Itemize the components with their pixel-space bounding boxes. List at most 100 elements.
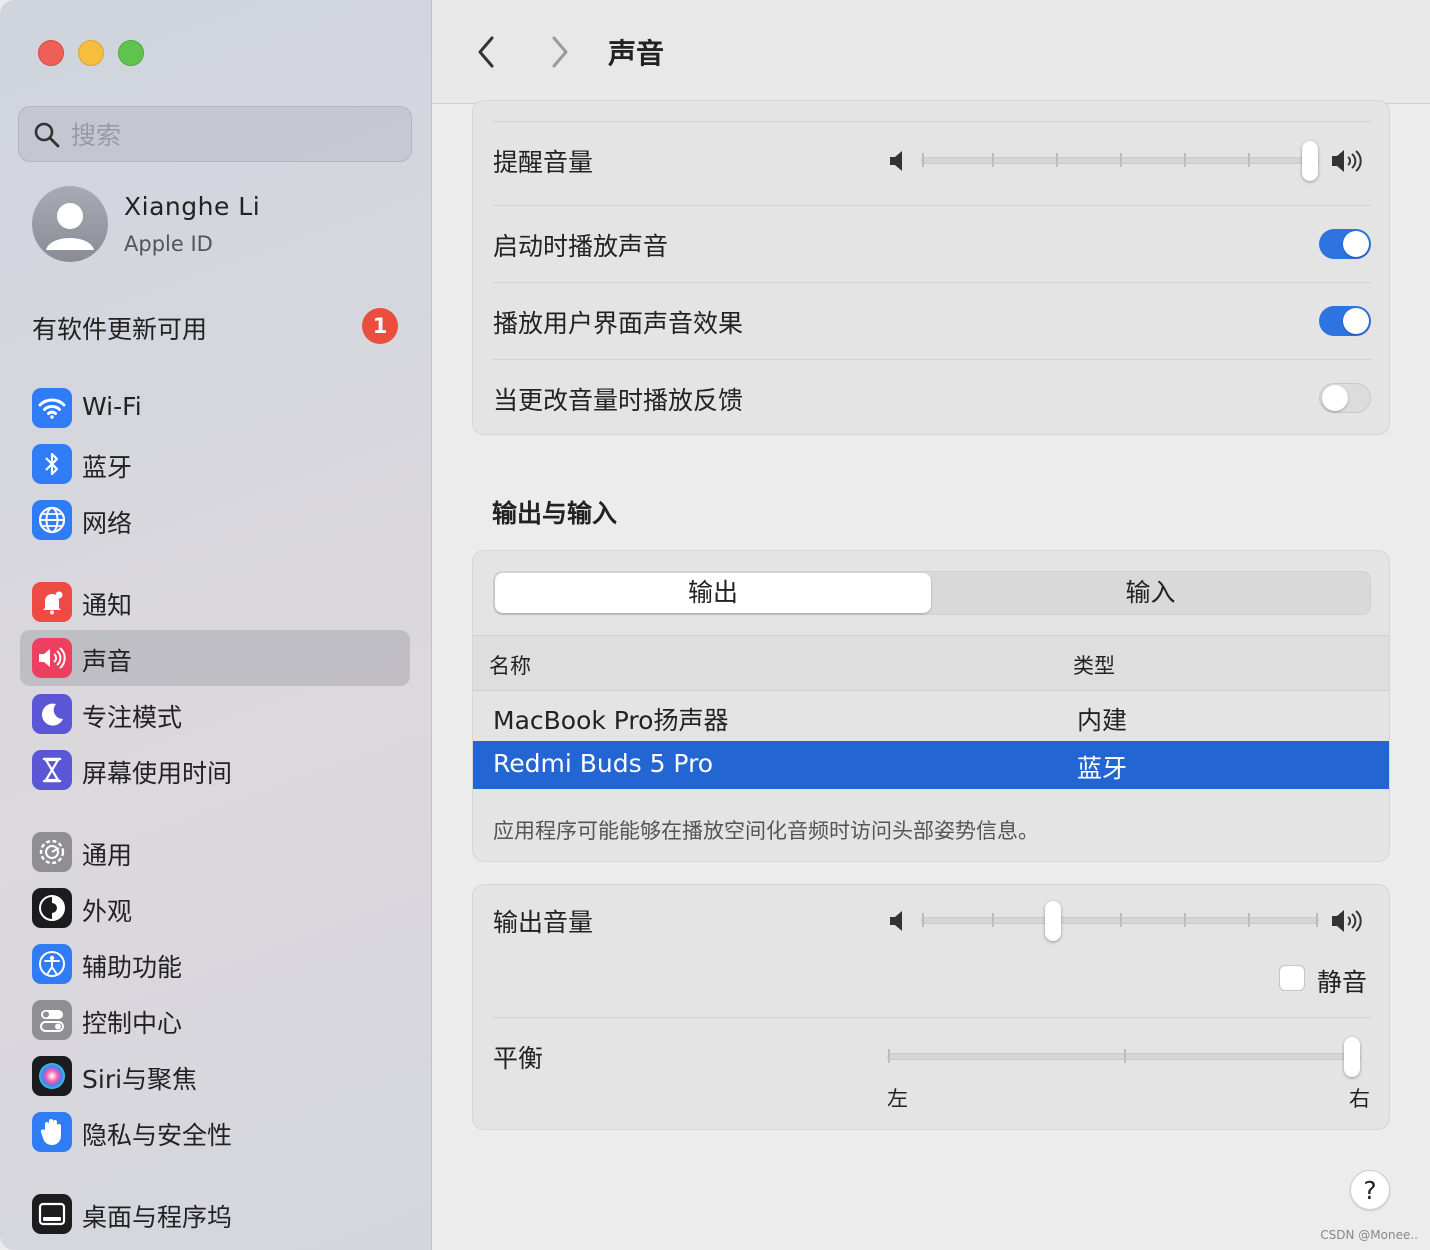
device-type: 内建 [1077, 706, 1128, 735]
slider-tick [1316, 913, 1318, 927]
slider-tick [888, 1049, 890, 1063]
column-header-name[interactable]: 名称 [489, 650, 531, 680]
sidebar-item-accessibility[interactable]: 辅助功能 [20, 936, 410, 992]
avatar [32, 186, 108, 262]
alert-volume-slider[interactable] [921, 141, 1319, 181]
main-panel: 声音 提醒音量 启动时播放声音 播放用户界面声音效果 当更改音量时播放反馈 输出… [432, 0, 1430, 1250]
appearance-icon [32, 888, 72, 928]
minimize-window-button[interactable] [78, 40, 104, 66]
bell-icon [32, 582, 72, 622]
watermark: CSDN @Monee.. [1320, 1228, 1418, 1242]
back-chevron-icon[interactable] [472, 32, 502, 72]
slider-tick [1248, 913, 1250, 927]
balance-right-label: 右 [1349, 1087, 1370, 1111]
sidebar-item-bluetooth[interactable]: 蓝牙 [20, 436, 410, 492]
mute-checkbox[interactable] [1279, 965, 1305, 991]
software-update-item[interactable]: 有软件更新可用 1 [32, 308, 402, 348]
balance-left-label: 左 [887, 1087, 908, 1111]
divider [493, 359, 1371, 360]
volume-low-icon [890, 911, 902, 931]
globe-icon [32, 500, 72, 540]
divider [493, 1017, 1371, 1018]
output-input-segmented-control: 输出 输入 [493, 571, 1371, 615]
sidebar-item-label: 通用 [82, 841, 133, 870]
output-volume-card: 输出音量 静音 平衡 左 右 [472, 884, 1390, 1130]
sidebar-item-privacy[interactable]: 隐私与安全性 [20, 1104, 410, 1160]
startup-sound-row: 启动时播放声音 [493, 223, 1371, 263]
dock-icon [32, 1194, 72, 1234]
output-volume-slider[interactable] [921, 901, 1319, 941]
person-icon [46, 203, 94, 250]
slider-tick [992, 913, 994, 927]
sidebar-item-label: 桌面与程序坞 [82, 1203, 233, 1232]
device-name: MacBook Pro扬声器 [493, 706, 729, 735]
divider [493, 205, 1371, 206]
output-volume-thumb[interactable] [1044, 901, 1061, 941]
table-row-selected[interactable]: Redmi Buds 5 Pro 蓝牙 [473, 741, 1389, 789]
moon-icon [32, 694, 72, 734]
toggle-knob [1343, 308, 1369, 334]
sidebar-item-notifications[interactable]: 通知 [20, 574, 410, 630]
sidebar-item-label: 隐私与安全性 [82, 1121, 233, 1150]
search-input[interactable] [71, 115, 401, 155]
slider-tick [922, 913, 924, 927]
sidebar-item-sound[interactable]: 声音 [20, 630, 410, 686]
slider-tick [1120, 913, 1122, 927]
divider [493, 121, 1371, 122]
siri-icon [32, 1056, 72, 1096]
column-header-type[interactable]: 类型 [1073, 650, 1115, 680]
ui-sound-effects-toggle[interactable] [1319, 306, 1371, 336]
startup-sound-label: 启动时播放声音 [493, 232, 669, 261]
device-name: Redmi Buds 5 Pro [493, 749, 714, 778]
balance-thumb[interactable] [1344, 1037, 1360, 1077]
volume-high-icon [1332, 150, 1362, 172]
window-controls [38, 40, 144, 66]
output-volume-label: 输出音量 [493, 908, 594, 937]
sidebar-item-siri[interactable]: Siri与聚焦 [20, 1048, 410, 1104]
slider-tick [1120, 153, 1122, 167]
forward-chevron-icon[interactable] [544, 32, 574, 72]
sidebar-item-focus[interactable]: 专注模式 [20, 686, 410, 742]
toggle-knob [1343, 231, 1369, 257]
slider-tick [1184, 913, 1186, 927]
close-window-button[interactable] [38, 40, 64, 66]
alert-volume-thumb[interactable] [1302, 141, 1318, 181]
output-input-card: 输出 输入 名称 类型 MacBook Pro扬声器 内建 Redmi Buds… [472, 550, 1390, 862]
volume-feedback-toggle[interactable] [1319, 383, 1371, 413]
gear-icon [32, 832, 72, 872]
update-count-badge: 1 [362, 308, 398, 344]
sidebar-item-control-center[interactable]: 控制中心 [20, 992, 410, 1048]
zoom-window-button[interactable] [118, 40, 144, 66]
sidebar-item-general[interactable]: 通用 [20, 824, 410, 880]
volume-feedback-label: 当更改音量时播放反馈 [493, 386, 744, 415]
hand-icon [32, 1112, 72, 1152]
sidebar-item-screen-time[interactable]: 屏幕使用时间 [20, 742, 410, 798]
startup-sound-toggle[interactable] [1319, 229, 1371, 259]
slider-tick [1184, 153, 1186, 167]
sidebar-item-label: 蓝牙 [82, 453, 133, 482]
slider-tick [1248, 153, 1250, 167]
sidebar-item-network[interactable]: 网络 [20, 492, 410, 548]
hourglass-icon [32, 750, 72, 790]
volume-low-icon [890, 151, 902, 171]
sidebar-item-label: 辅助功能 [82, 953, 183, 982]
tab-output[interactable]: 输出 [495, 573, 931, 613]
sidebar-item-wifi[interactable]: Wi-Fi [20, 380, 410, 436]
divider [493, 282, 1371, 283]
toolbar: 声音 [432, 0, 1430, 104]
account-name: Xianghe Li [124, 192, 261, 221]
sidebar-item-appearance[interactable]: 外观 [20, 880, 410, 936]
search-field[interactable] [18, 106, 412, 162]
output-input-section-title: 输出与输入 [492, 499, 618, 528]
search-icon [34, 122, 60, 148]
sidebar-item-desktop-dock[interactable]: 桌面与程序坞 [20, 1186, 410, 1242]
volume-high-icon [1332, 910, 1362, 932]
tab-input[interactable]: 输入 [931, 572, 1370, 614]
balance-slider[interactable] [887, 1037, 1361, 1077]
sidebar-item-label: Siri与聚焦 [82, 1065, 198, 1094]
table-row[interactable]: MacBook Pro扬声器 内建 [473, 693, 1389, 741]
alert-volume-row: 提醒音量 [493, 141, 1371, 181]
apple-id-account[interactable]: Xianghe Li Apple ID [32, 186, 412, 266]
help-button[interactable]: ? [1350, 1170, 1390, 1210]
balance-row: 平衡 左 右 [493, 1037, 1371, 1117]
